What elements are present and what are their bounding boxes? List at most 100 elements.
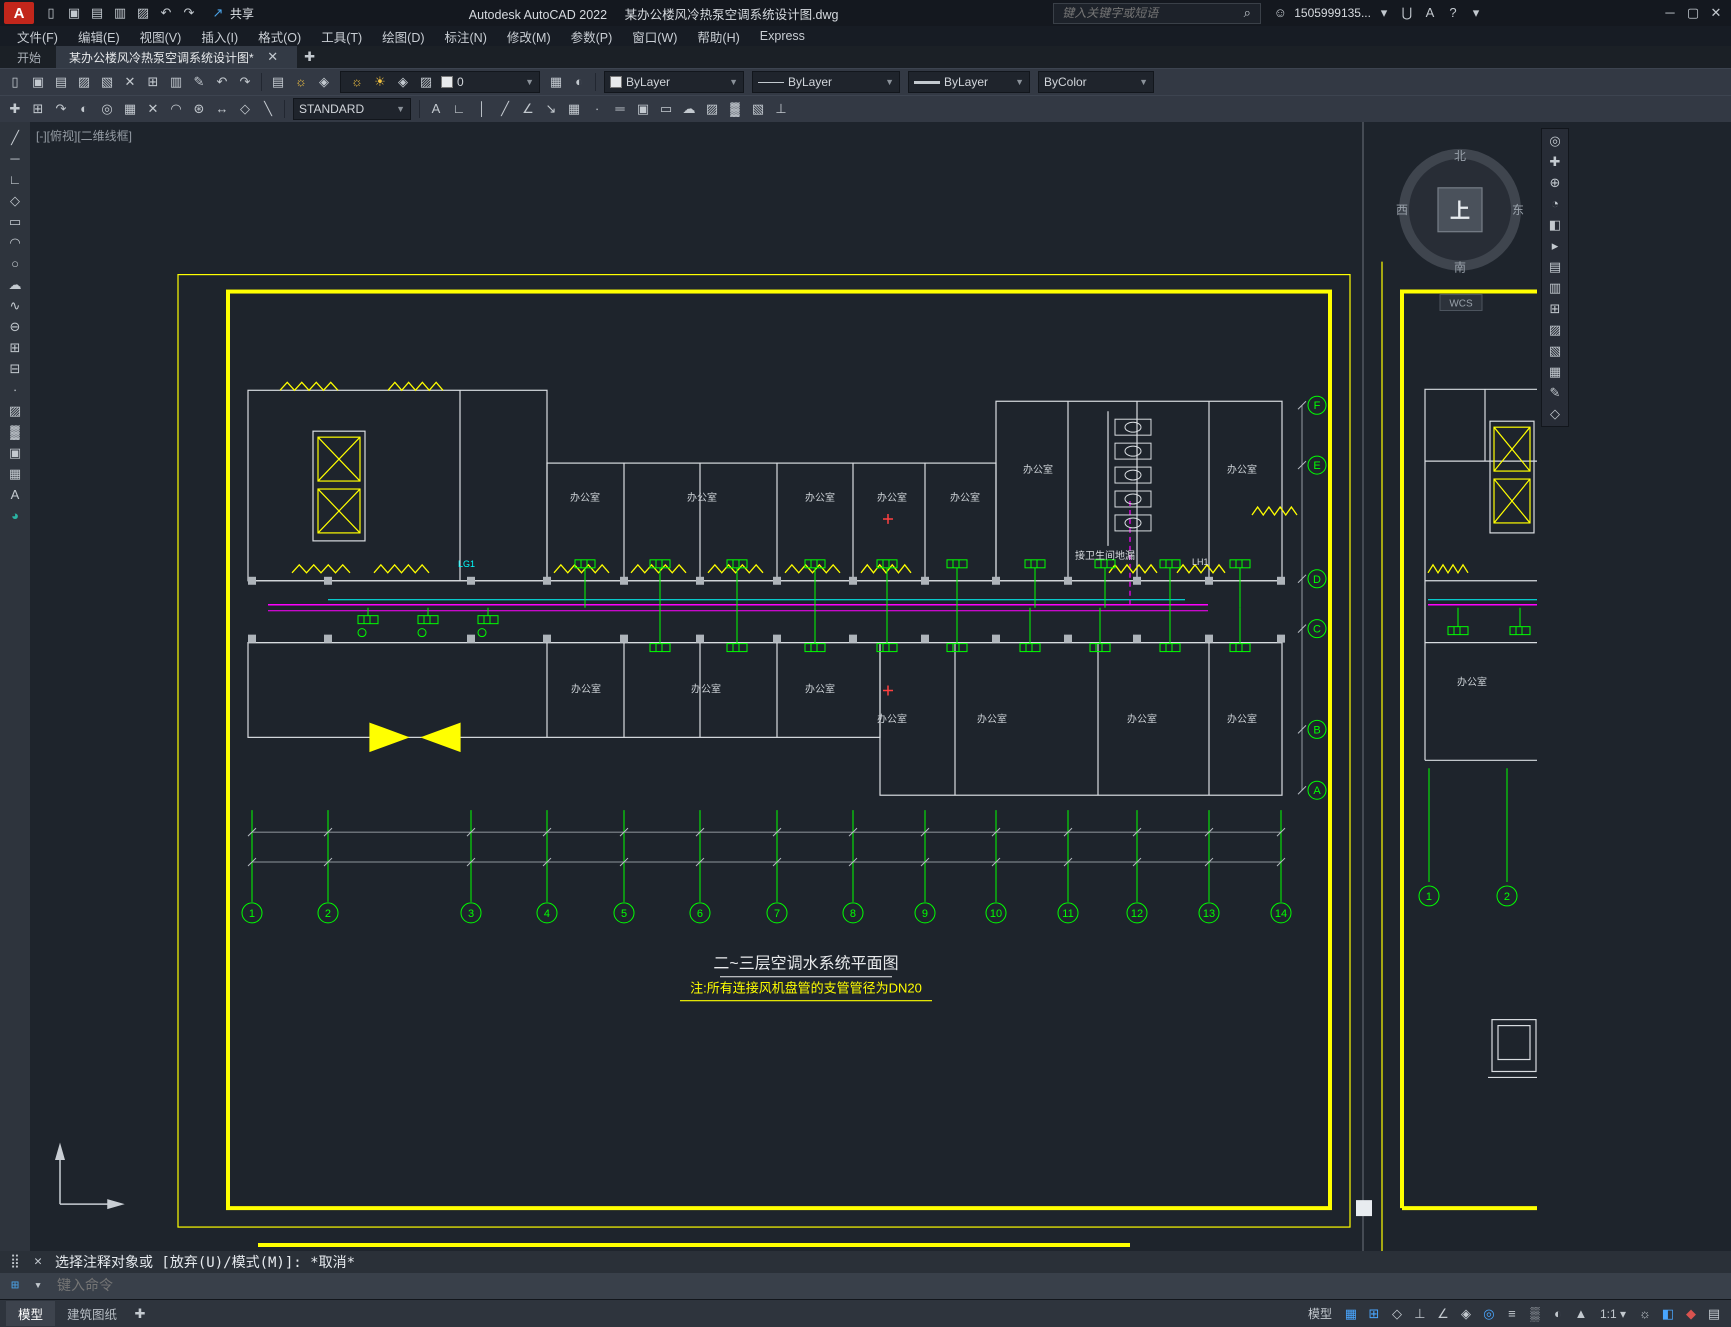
record-icon[interactable]: ◆	[1680, 1304, 1702, 1324]
text-style-icon[interactable]: A	[425, 99, 447, 119]
new-file-icon[interactable]: ▯	[4, 72, 26, 92]
viewport-controls[interactable]: [-][俯视][二维线框]	[36, 127, 132, 144]
markup-icon[interactable]: ✎	[1544, 383, 1566, 403]
ortho-toggle-icon[interactable]: ⊥	[1409, 1304, 1431, 1324]
isodraft-toggle-icon[interactable]: ◈	[1455, 1304, 1477, 1324]
multiline-text-icon[interactable]: A	[4, 485, 26, 505]
snap-toggle-icon[interactable]: ⊞	[1363, 1304, 1385, 1324]
new-tab-icon[interactable]: ✚	[299, 47, 321, 67]
annotation-scale-icon[interactable]: 1:1 ▾	[1593, 1304, 1633, 1324]
autodesk-app-menu-icon[interactable]: A	[1419, 3, 1441, 23]
sheet-set-palette-icon[interactable]: ▦	[1544, 362, 1566, 382]
layer-off-icon[interactable]: ☼	[290, 72, 312, 92]
gradient-icon[interactable]: ▓	[724, 99, 746, 119]
fillet-icon[interactable]: ◠	[165, 99, 187, 119]
arc-icon[interactable]: ◠	[4, 233, 26, 253]
chamfer-icon[interactable]: ╲	[257, 99, 279, 119]
command-grip-icon[interactable]: ⣿	[4, 1252, 26, 1272]
explode-icon[interactable]: ⊛	[188, 99, 210, 119]
menu-parametric[interactable]: 参数(P)	[562, 26, 622, 47]
tab-layout[interactable]: 建筑图纸	[55, 1301, 129, 1326]
trim-icon[interactable]: ✕	[142, 99, 164, 119]
paste-icon[interactable]: ▥	[165, 72, 187, 92]
search-input[interactable]	[1060, 5, 1237, 21]
spline-icon[interactable]: ∿	[4, 296, 26, 316]
gradient-icon[interactable]: ▓	[4, 422, 26, 442]
move-icon[interactable]: ✚	[4, 99, 26, 119]
dim-linear-icon[interactable]: │	[471, 99, 493, 119]
maximize-window-icon[interactable]: ▢	[1682, 3, 1704, 23]
share-button[interactable]: ↗ 共享	[210, 3, 254, 23]
object-color-combo[interactable]: ByLayer ▼	[604, 71, 744, 93]
graphics-performance-icon[interactable]: ◧	[1657, 1304, 1679, 1324]
region-icon[interactable]: ▣	[4, 443, 26, 463]
zoom-icon[interactable]: ⊕	[1544, 173, 1566, 193]
viewcube-home-icon[interactable]: ◧	[1544, 215, 1566, 235]
menu-format[interactable]: 格式(O)	[249, 26, 310, 47]
undo-icon[interactable]: ↶	[211, 72, 233, 92]
help-menu-arrow-icon[interactable]: ▾	[1465, 3, 1487, 23]
insert-block-icon[interactable]: ⊞	[4, 338, 26, 358]
lineweight-combo[interactable]: ByLayer ▼	[908, 71, 1030, 93]
point-style-icon[interactable]: ∙	[586, 99, 608, 119]
command-input[interactable]	[55, 1277, 479, 1295]
tab-drawing[interactable]: 某办公楼风冷热泵空调系统设计图* ✕	[56, 46, 297, 68]
linetype-combo[interactable]: ByLayer ▼	[752, 71, 900, 93]
open-file-icon[interactable]: ▣	[63, 3, 85, 23]
menu-dimension[interactable]: 标注(N)	[436, 26, 496, 47]
autocad-logo-icon[interactable]: A	[4, 2, 34, 24]
layers-palette-icon[interactable]: ▥	[1544, 278, 1566, 298]
menu-window[interactable]: 窗口(W)	[623, 26, 686, 47]
orbit-icon[interactable]: ◔	[1544, 194, 1566, 214]
measure-tool-icon[interactable]: ◇	[1544, 404, 1566, 424]
construction-line-icon[interactable]: ─	[4, 149, 26, 169]
menu-insert[interactable]: 插入(I)	[192, 26, 247, 47]
user-avatar-icon[interactable]: ☺	[1269, 3, 1291, 23]
menu-view[interactable]: 视图(V)	[131, 26, 191, 47]
show-motion-icon[interactable]: ▸	[1544, 236, 1566, 256]
recent-commands-arrow-icon[interactable]: ▾	[27, 1276, 49, 1296]
offset-icon[interactable]: ◎	[96, 99, 118, 119]
cart-icon[interactable]: ⋃	[1396, 3, 1418, 23]
multiline-icon[interactable]: ═	[609, 99, 631, 119]
user-menu-arrow-icon[interactable]: ▾	[1373, 3, 1395, 23]
customize-menu-icon[interactable]: ▤	[1703, 1304, 1725, 1324]
annotation-visibility-icon[interactable]: ▲	[1570, 1304, 1592, 1324]
publish-icon[interactable]: ▧	[96, 72, 118, 92]
copy-object-icon[interactable]: ⊞	[27, 99, 49, 119]
xref-palette-icon[interactable]: ▧	[1544, 341, 1566, 361]
match-properties-icon[interactable]: ✎	[188, 72, 210, 92]
close-window-icon[interactable]: ✕	[1705, 3, 1727, 23]
menu-modify[interactable]: 修改(M)	[498, 26, 560, 47]
tab-start[interactable]: 开始	[4, 46, 54, 68]
model-space-toggle-icon[interactable]: 模型	[1301, 1304, 1339, 1324]
new-layout-icon[interactable]: ✚	[129, 1304, 151, 1324]
infer-constraints-icon[interactable]: ◇	[1386, 1304, 1408, 1324]
wipeout-icon[interactable]: ▧	[747, 99, 769, 119]
layer-lock-icon[interactable]: ◈	[392, 72, 414, 92]
hatch-icon[interactable]: ▨	[701, 99, 723, 119]
multileader-icon[interactable]: ↘	[540, 99, 562, 119]
text-style-combo[interactable]: STANDARD ▼	[293, 98, 411, 120]
save-as-icon[interactable]: ▥	[109, 3, 131, 23]
scale-icon[interactable]: ◇	[234, 99, 256, 119]
array-icon[interactable]: ▦	[119, 99, 141, 119]
menu-express[interactable]: Express	[751, 28, 814, 44]
circle-icon[interactable]: ○	[4, 254, 26, 274]
layer-combo[interactable]: ☼ ☀ ◈ ▨ 0 ▼	[340, 71, 540, 93]
line-icon[interactable]: ╱	[4, 128, 26, 148]
cut-icon[interactable]: ✕	[119, 72, 141, 92]
redo-icon[interactable]: ↷	[234, 72, 256, 92]
undo-icon[interactable]: ↶	[155, 3, 177, 23]
view-compass[interactable]: 上 北 南 西 东	[1396, 149, 1524, 275]
dim-style-icon[interactable]: ∟	[448, 99, 470, 119]
transparency-toggle-icon[interactable]: ▒	[1524, 1304, 1546, 1324]
account-area[interactable]: ☺ 1505999135...	[1269, 3, 1371, 23]
layer-thaw-sun-icon[interactable]: ☀	[369, 72, 391, 92]
layer-on-bulb-icon[interactable]: ☼	[346, 72, 368, 92]
layer-previous-icon[interactable]: ◐	[568, 72, 590, 92]
mirror-icon[interactable]: ◐	[73, 99, 95, 119]
hatch-palette-icon[interactable]: ▨	[1544, 320, 1566, 340]
layer-properties-icon[interactable]: ▤	[267, 72, 289, 92]
selection-cycling-icon[interactable]: ◐	[1547, 1304, 1569, 1324]
